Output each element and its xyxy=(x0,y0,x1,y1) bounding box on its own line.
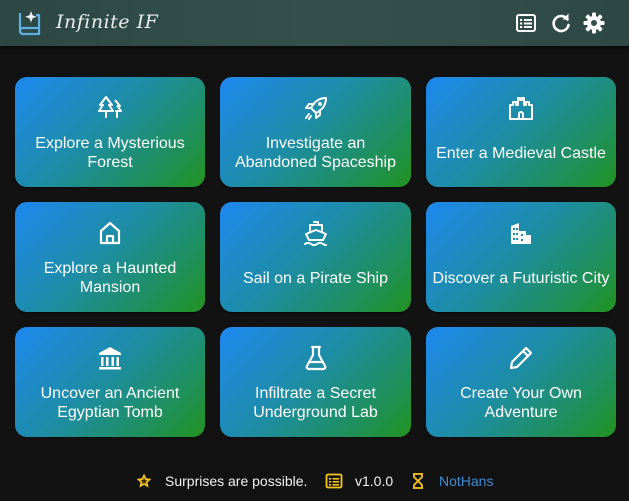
app-footer: Surprises are possible. v1.0.0 NotHans xyxy=(0,470,629,492)
adventure-card-forest[interactable]: Explore a Mysterious Forest xyxy=(15,77,205,187)
adventure-card-castle[interactable]: Enter a Medieval Castle xyxy=(426,77,616,187)
hourglass-icon xyxy=(413,473,423,489)
card-label: Explore a Mysterious Forest xyxy=(35,135,185,171)
card-label: Explore a Haunted Mansion xyxy=(43,260,177,296)
app-title: Infinite IF xyxy=(56,11,159,33)
card-label: Investigate an Abandoned Spaceship xyxy=(234,135,397,171)
adventure-card-city[interactable]: Discover a Futuristic City xyxy=(426,202,616,312)
card-label: Sail on a Pirate Ship xyxy=(243,269,388,287)
book-sparkle-icon xyxy=(18,11,41,36)
tagline-text: Surprises are possible. xyxy=(165,473,308,489)
version-text: v1.0.0 xyxy=(355,473,394,489)
refresh-icon[interactable] xyxy=(550,12,572,34)
gear-icon[interactable] xyxy=(583,12,605,34)
adventure-card-custom[interactable]: Create Your Own Adventure xyxy=(426,327,616,437)
card-label: Uncover an Ancient Egyptian Tomb xyxy=(40,385,180,421)
adventure-card-pirate-ship[interactable]: Sail on a Pirate Ship xyxy=(220,202,411,312)
card-label: Create Your Own Adventure xyxy=(460,385,582,421)
adventure-card-tomb[interactable]: Uncover an Ancient Egyptian Tomb xyxy=(15,327,205,437)
adventure-card-lab[interactable]: Infiltrate a Secret Underground Lab xyxy=(220,327,411,437)
card-label: Enter a Medieval Castle xyxy=(436,144,606,162)
author-link[interactable]: NotHans xyxy=(439,473,493,489)
star-icon xyxy=(136,473,152,488)
adventure-card-mansion[interactable]: Explore a Haunted Mansion xyxy=(15,202,205,312)
app-header: Infinite IF xyxy=(0,0,629,46)
list-icon[interactable] xyxy=(515,12,537,34)
card-label: Infiltrate a Secret Underground Lab xyxy=(253,385,378,421)
card-label: Discover a Futuristic City xyxy=(432,269,610,287)
adventure-card-spaceship[interactable]: Investigate an Abandoned Spaceship xyxy=(220,77,411,187)
list-icon xyxy=(325,473,343,489)
adventure-grid: Explore a Mysterious Forest Investigate … xyxy=(15,77,616,437)
